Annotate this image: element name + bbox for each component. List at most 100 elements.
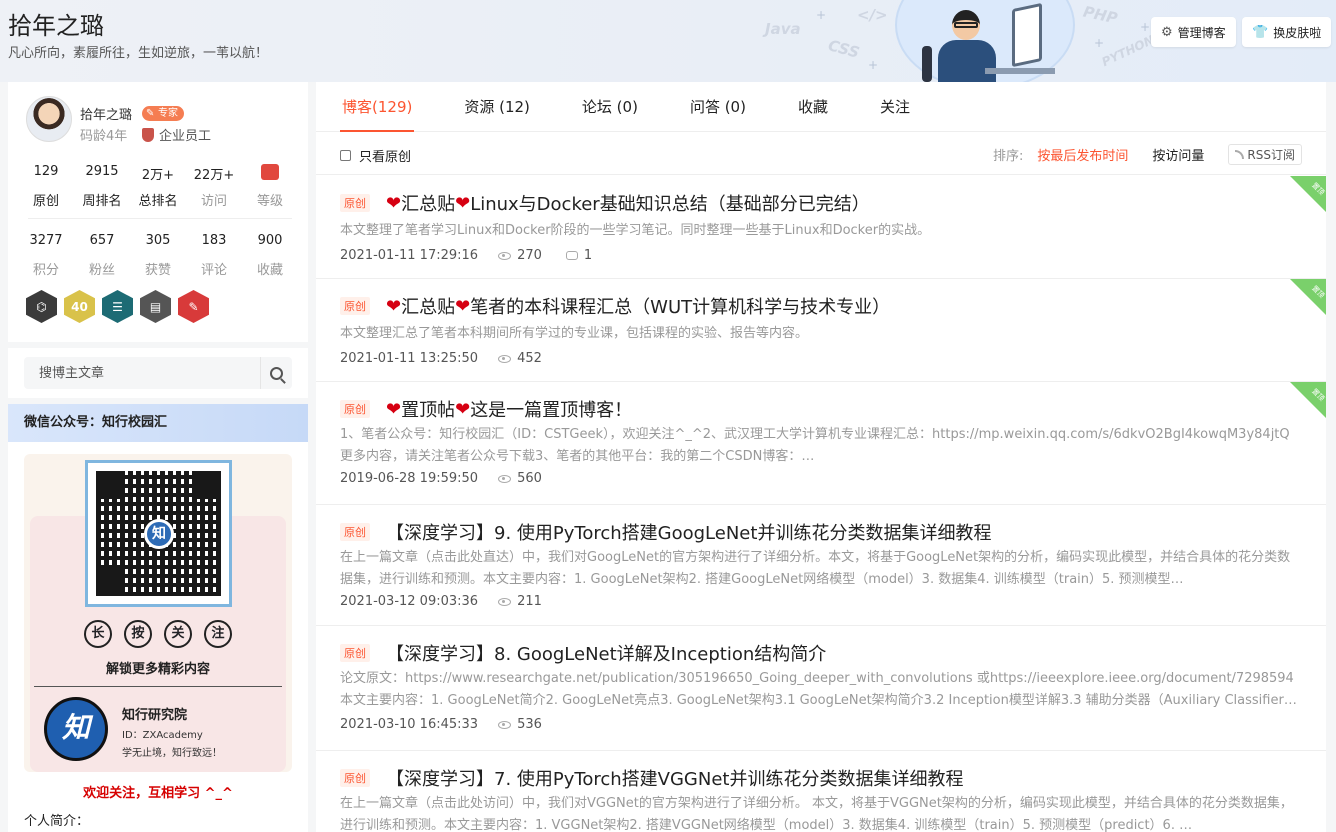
article-summary: 在上一篇文章（点击此处访问）中，我们对VGGNet的官方架构进行了详细分析。 本…: [340, 796, 1293, 832]
only-original-toggle[interactable]: 只看原创: [340, 146, 411, 165]
circle-char: 长: [84, 620, 112, 648]
article-item[interactable]: 原创 【深度学习】7. 使用PyTorch搭建VGGNet并训练花分类数据集详细…: [316, 751, 1326, 832]
level-icon: [261, 164, 279, 180]
stat-weekly-rank[interactable]: 2915 周排名: [74, 164, 130, 209]
stat-value: 2万+: [141, 168, 175, 183]
github-badge-icon[interactable]: ⌬: [26, 290, 57, 323]
article-comments: 1: [583, 248, 593, 263]
page-scrollbar[interactable]: [1326, 82, 1336, 832]
achievement-badges: ⌬ 40 ☰ ▤ ✎: [26, 290, 209, 323]
article-views: 536: [517, 717, 542, 732]
circle-char: 注: [204, 620, 232, 648]
stat-original[interactable]: 129 原创: [18, 164, 74, 209]
profile-org-label: 企业员工: [159, 129, 212, 144]
eye-icon: [498, 474, 512, 483]
column-badge-icon[interactable]: ▤: [140, 290, 171, 323]
article-title[interactable]: 原创 ❤ 汇总贴 ❤ 笔者的本科课程汇总（WUT计算机科学与技术专业）: [340, 293, 890, 319]
blog-title[interactable]: 拾年之璐: [8, 6, 104, 41]
tab-forum[interactable]: 论坛 (0): [582, 82, 638, 132]
pinned-corner: 置顶: [1290, 176, 1326, 212]
article-title-prefix: 汇总贴: [401, 297, 456, 318]
list-badge-icon[interactable]: ☰: [102, 290, 133, 323]
qr-logo: 知: [144, 519, 174, 549]
sort-by-visits[interactable]: 按访问量: [1152, 145, 1204, 164]
stat-value: 3277: [29, 233, 63, 248]
article-item[interactable]: 原创 【深度学习】8. GoogLeNet详解及Inception结构简介 论文…: [316, 626, 1326, 751]
article-title-text: 【深度学习】9. 使用PyTorch搭建GoogLeNet并训练花分类数据集详细…: [386, 523, 992, 544]
article-title-text: 这是一篇置顶博客！: [470, 400, 633, 421]
article-title[interactable]: 原创 【深度学习】8. GoogLeNet详解及Inception结构简介: [340, 640, 826, 666]
banner-illustration-monitor: [1012, 2, 1042, 68]
expert-badge: 专家: [142, 106, 184, 121]
search-input[interactable]: [24, 357, 260, 389]
eye-icon: [498, 597, 512, 606]
banner-illustration-glasses: [954, 22, 978, 28]
tab-qa[interactable]: 问答 (0): [690, 82, 746, 132]
pen-badge-icon[interactable]: ✎: [178, 290, 209, 323]
article-title-prefix: 置顶帖: [401, 400, 456, 421]
stat-label: 访问: [200, 194, 227, 209]
stat-value: 305: [145, 233, 171, 248]
pinned-corner: 置顶: [1290, 279, 1326, 315]
article-item[interactable]: 原创 ❤ 置顶帖 ❤ 这是一篇置顶博客！ 1、笔者公众号：知行校园汇（ID：CS…: [316, 382, 1326, 505]
article-summary: 论文原文：https://www.researchgate.net/public…: [340, 671, 1297, 708]
forty-badge-icon[interactable]: 40: [64, 290, 95, 323]
banner-plus-decoration: +: [1094, 36, 1105, 50]
article-summary: 1、笔者公众号：知行校园汇（ID：CSTGeek），欢迎关注^_^2、武汉理工大…: [340, 427, 1290, 464]
stat-value: 657: [89, 233, 115, 248]
article-title-prefix: 汇总贴: [401, 194, 456, 215]
article-summary: 在上一篇文章（点击此处直达）中，我们对GoogLeNet的官方架构进行了详细分析…: [340, 550, 1291, 587]
avatar[interactable]: [26, 96, 72, 142]
content-tabs: 博客(129) 资源 (12) 论坛 (0) 问答 (0) 收藏 关注: [316, 82, 1326, 132]
stat-label: 原创: [32, 194, 59, 209]
academy-name: 知行研究院: [122, 708, 188, 723]
article-title[interactable]: 原创 【深度学习】7. 使用PyTorch搭建VGGNet并训练花分类数据集详细…: [340, 765, 963, 791]
tab-resources[interactable]: 资源 (12): [464, 82, 530, 132]
stat-level-icon-wrap: [242, 164, 298, 182]
banner-illustration-desk: [985, 68, 1055, 74]
stat-level[interactable]: 等级: [242, 164, 298, 209]
original-tag: 原创: [340, 523, 370, 541]
tab-favorites[interactable]: 收藏: [798, 82, 828, 132]
blog-header-banner: 拾年之璐 凡心所向，素履所往，生如逆旅，一苇以航！ Java </> C CSS…: [0, 0, 1336, 82]
banner-plus-decoration: +: [868, 58, 879, 72]
article-item[interactable]: 原创 ❤ 汇总贴 ❤ 笔者的本科课程汇总（WUT计算机科学与技术专业） 本文整理…: [316, 279, 1326, 382]
sort-by-latest[interactable]: 按最后发布时间: [1037, 145, 1128, 164]
stat-total-rank[interactable]: 2万+ 总排名: [130, 164, 186, 209]
article-title-text: 笔者的本科课程汇总（WUT计算机科学与技术专业）: [470, 297, 891, 318]
article-meta: 2021-03-12 09:03:36 211: [340, 594, 566, 609]
stat-label: 粉丝: [88, 263, 115, 278]
wechat-card: 微信公众号：知行校园汇 知 长 按 关 注 解锁更多精彩内容 知 知行研究院 I…: [8, 404, 308, 832]
only-original-label: 只看原创: [359, 150, 412, 165]
manage-blog-button[interactable]: ⚙ 管理博客: [1151, 17, 1236, 47]
personal-intro-label: 个人简介：: [24, 814, 90, 829]
article-title[interactable]: 原创 ❤ 置顶帖 ❤ 这是一篇置顶博客！: [340, 396, 632, 422]
article-item[interactable]: 原创 【深度学习】9. 使用PyTorch搭建GoogLeNet并训练花分类数据…: [316, 505, 1326, 626]
stat-label: 周排名: [82, 194, 122, 209]
profile-username[interactable]: 拾年之璐: [80, 104, 132, 123]
article-views: 452: [517, 351, 542, 366]
tab-following[interactable]: 关注: [880, 82, 910, 132]
heart-icon: ❤: [455, 295, 471, 317]
tab-blog[interactable]: 博客(129): [339, 82, 415, 132]
stat-value: 900: [257, 233, 283, 248]
article-title[interactable]: 原创 【深度学习】9. 使用PyTorch搭建GoogLeNet并训练花分类数据…: [340, 519, 991, 545]
only-original-checkbox[interactable]: [340, 150, 351, 161]
stat-value: 22万+: [193, 168, 235, 183]
article-title-text: 【深度学习】7. 使用PyTorch搭建VGGNet并训练花分类数据集详细教程: [386, 769, 964, 790]
academy-logo: 知: [44, 697, 108, 761]
search-button[interactable]: [260, 357, 292, 389]
stat-comments: 183 评论: [186, 233, 242, 278]
stat-fans[interactable]: 657 粉丝: [74, 233, 130, 278]
article-title[interactable]: 原创 ❤ 汇总贴 ❤ Linux与Docker基础知识总结（基础部分已完结）: [340, 190, 870, 216]
banner-tech-word: Java: [765, 20, 801, 38]
article-item[interactable]: 原创 ❤ 汇总贴 ❤ Linux与Docker基础知识总结（基础部分已完结） 本…: [316, 176, 1326, 279]
stat-label: 积分: [32, 263, 59, 278]
change-skin-button[interactable]: 👕 换皮肤啦: [1242, 17, 1332, 47]
stat-value: 2915: [85, 164, 119, 179]
article-list-panel: 博客(129) 资源 (12) 论坛 (0) 问答 (0) 收藏 关注 只看原创…: [316, 82, 1326, 832]
circle-char: 关: [164, 620, 192, 648]
banner-tech-word: PYTHON: [1099, 32, 1157, 70]
heart-icon: ❤: [386, 398, 402, 420]
rss-button[interactable]: RSS订阅: [1228, 144, 1302, 165]
